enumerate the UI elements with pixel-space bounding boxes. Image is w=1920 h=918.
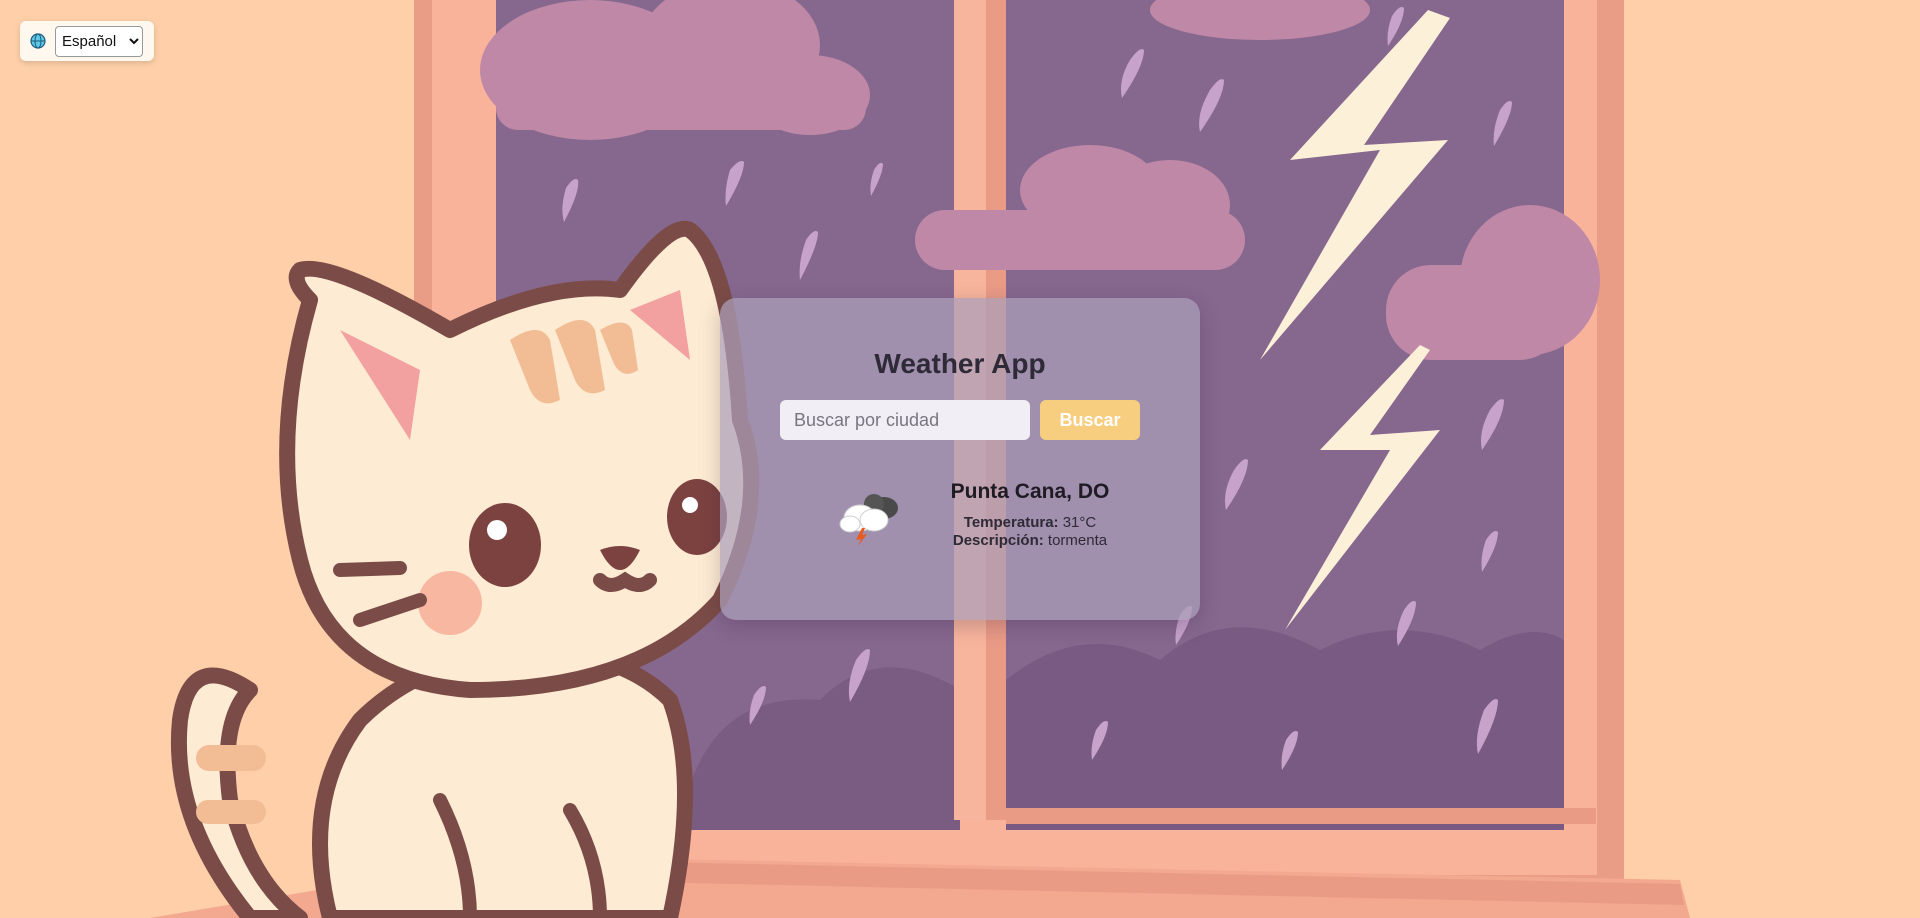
weather-card: Weather App Buscar Punta Cana, DO Temper…	[720, 298, 1200, 620]
temperature-label: Temperatura:	[963, 514, 1059, 531]
description-line: Descripción: tormenta	[920, 532, 1140, 550]
description-label: Descripción:	[952, 532, 1044, 549]
search-button[interactable]: Buscar	[1040, 400, 1140, 440]
temperature-line: Temperatura: 31°C	[920, 514, 1140, 532]
thunderstorm-icon	[839, 494, 898, 546]
city-name: Punta Cana, DO	[950, 480, 1110, 503]
language-selector-box: Español	[20, 21, 154, 61]
temperature-value: 31°C	[1062, 514, 1097, 531]
description-value: tormenta	[1047, 532, 1108, 549]
globe-icon	[30, 33, 46, 49]
city-search-input[interactable]	[780, 400, 1030, 440]
app-title: Weather App	[874, 348, 1046, 379]
weather-result: Punta Cana, DO Temperatura: 31°C Descrip…	[920, 480, 1140, 550]
language-select[interactable]: Español	[55, 25, 143, 57]
